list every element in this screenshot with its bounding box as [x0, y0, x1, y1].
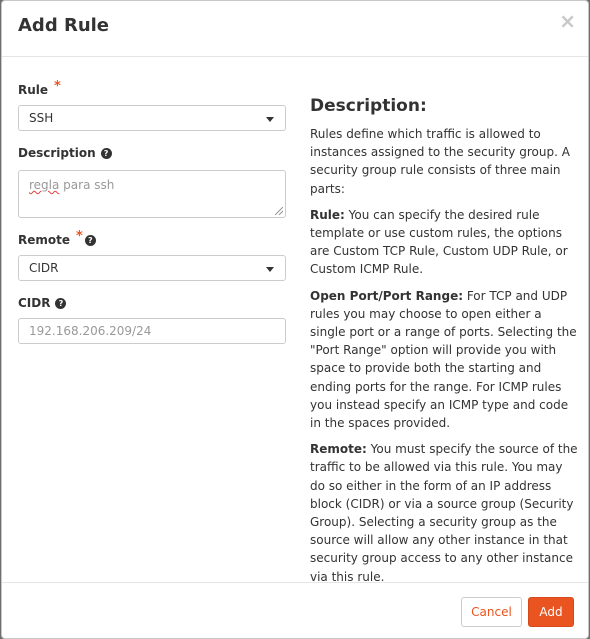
cidr-input[interactable]: 192.168.206.209/24 [18, 318, 286, 344]
description-label: Description [18, 146, 96, 160]
help-icon[interactable]: ? [100, 147, 112, 159]
description-value-misspelled: regla [29, 178, 60, 192]
chevron-down-icon [266, 117, 274, 122]
cidr-placeholder: 192.168.206.209/24 [29, 324, 152, 338]
help-icon[interactable]: ? [84, 234, 96, 246]
description-label-row: Description ? [18, 144, 286, 162]
description-textarea[interactable]: regla para ssh [18, 170, 286, 218]
help-port-term: Open Port/Port Range: [310, 288, 464, 303]
help-remote-text: You must specify the source of the traff… [310, 442, 578, 584]
remote-select[interactable]: CIDR [18, 255, 286, 281]
add-rule-dialog: Add Rule × Rule * SSH Description ? regl… [1, 0, 589, 639]
rule-select-value: SSH [29, 111, 54, 125]
cancel-button[interactable]: Cancel [461, 597, 522, 627]
help-remote-paragraph: Remote: You must specify the source of t… [310, 440, 578, 586]
required-marker: * [54, 78, 61, 94]
dialog-title: Add Rule [18, 15, 110, 36]
close-icon[interactable]: × [559, 11, 576, 31]
resize-handle-icon[interactable] [275, 207, 283, 215]
cidr-label: CIDR [18, 296, 51, 310]
dialog-header: Add Rule × [2, 1, 588, 57]
help-icon[interactable]: ? [55, 297, 67, 309]
remote-label: Remote [18, 233, 71, 247]
remote-select-value: CIDR [29, 261, 59, 275]
cidr-label-row: CIDR ? [18, 294, 286, 312]
add-button[interactable]: Add [528, 597, 574, 627]
chevron-down-icon [266, 267, 274, 272]
help-rule-paragraph: Rule: You can specify the desired rule t… [310, 206, 578, 279]
help-rule-term: Rule: [310, 207, 345, 222]
help-heading: Description: [310, 96, 427, 116]
help-remote-term: Remote: [310, 442, 367, 457]
help-port-paragraph: Open Port/Port Range: For TCP and UDP ru… [310, 287, 578, 433]
rule-form: Rule * SSH Description ? regla para ssh … [18, 78, 286, 344]
help-intro: Rules define which traffic is allowed to… [310, 127, 570, 196]
description-value-rest: para ssh [59, 178, 115, 192]
help-panel: Description: Rules define which traffic … [310, 95, 578, 594]
rule-select[interactable]: SSH [18, 105, 286, 131]
help-port-text: For TCP and UDP rules you may choose to … [310, 288, 577, 431]
dialog-footer: Cancel Add [2, 582, 588, 639]
help-rule-text: You can specify the desired rule templat… [310, 207, 568, 277]
rule-label: Rule [18, 83, 49, 97]
required-marker: * [76, 228, 83, 244]
remote-label-row: Remote * ? [18, 228, 286, 249]
rule-label-row: Rule * [18, 78, 286, 99]
